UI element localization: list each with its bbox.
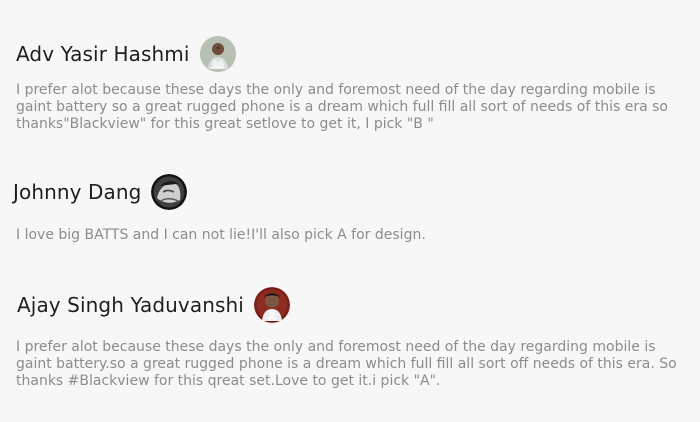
author-name[interactable]: Adv Yasir Hashmi xyxy=(16,42,190,66)
author-name[interactable]: Ajay Singh Yaduvanshi xyxy=(17,293,244,317)
comment-text: I love big BATTS and I can not lie!I'll … xyxy=(16,227,426,243)
comment-header: Adv Yasir Hashmi xyxy=(16,36,236,72)
comment-header: Johnny Dang xyxy=(13,174,188,210)
author-name[interactable]: Johnny Dang xyxy=(13,180,141,204)
comment-text: I prefer alot because these days the onl… xyxy=(16,339,677,389)
avatar-icon[interactable] xyxy=(151,174,188,210)
comment-text: I prefer alot because these days the onl… xyxy=(16,82,668,132)
avatar-icon[interactable] xyxy=(199,36,236,72)
comment-header: Ajay Singh Yaduvanshi xyxy=(17,287,290,323)
avatar-icon[interactable] xyxy=(253,287,290,323)
